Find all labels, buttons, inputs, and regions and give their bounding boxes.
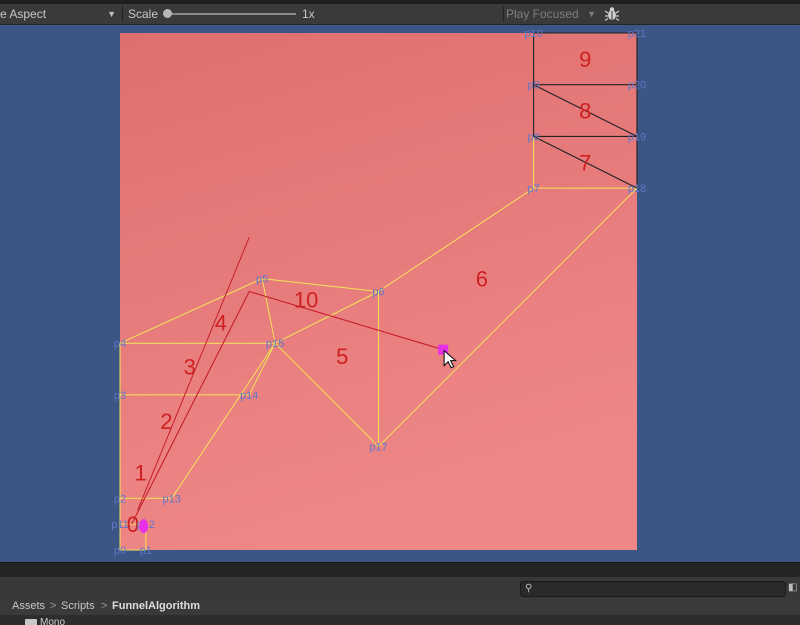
polygon-label: 4 — [215, 311, 227, 336]
polygon-label: 7 — [579, 150, 591, 175]
play-mode-dropdown[interactable]: Play Focused ▼ — [506, 4, 600, 24]
folder-item-mono[interactable]: Mono — [40, 617, 65, 625]
toolbar-divider — [122, 6, 123, 22]
scale-value: 1x — [302, 7, 315, 21]
point-label: p9 — [527, 80, 539, 92]
project-search-field[interactable]: ⚲ — [520, 581, 786, 597]
polygon-label: 1 — [135, 460, 147, 485]
point-label: p10 — [524, 28, 542, 40]
point-label: p15 — [266, 338, 284, 350]
search-icon: ⚲ — [525, 583, 533, 594]
point-label: p5 — [256, 274, 268, 286]
point-label: p8 — [527, 131, 539, 143]
point-label: p20 — [628, 80, 646, 92]
point-label: p17 — [369, 442, 387, 454]
point-label: p18 — [628, 183, 646, 195]
folder-list: Mono — [0, 615, 800, 625]
toolbar-divider — [503, 6, 504, 22]
filter-icon[interactable]: ◧ — [788, 582, 800, 594]
point-label: p21 — [628, 28, 646, 40]
point-label: p13 — [163, 493, 181, 505]
scale-slider-thumb[interactable] — [163, 9, 172, 18]
point-label: p4 — [114, 338, 126, 350]
polygon-label: 6 — [476, 267, 488, 292]
game-view-toolbar: e Aspect ▼ Scale 1x Play Focused ▼ — [0, 4, 800, 25]
scale-label: Scale — [128, 7, 159, 21]
aspect-dropdown[interactable]: e Aspect ▼ — [0, 4, 120, 24]
point-label: p6 — [372, 287, 384, 299]
chevron-down-icon: ▼ — [107, 9, 116, 19]
start-agent[interactable] — [139, 519, 149, 534]
scene-view[interactable]: 012345678910 p0p1p11p12p2p13p3p14p4p15p5… — [0, 0, 800, 625]
breadcrumb-assets[interactable]: Assets — [12, 598, 45, 615]
panel-divider — [0, 562, 800, 577]
breadcrumb-funnelalgorithm[interactable]: FunnelAlgorithm — [112, 598, 200, 615]
point-label: p19 — [628, 131, 646, 143]
point-label: p2 — [114, 493, 126, 505]
breadcrumb-separator: > — [101, 600, 108, 612]
play-mode-label: Play Focused — [506, 7, 579, 21]
polygon-label: 9 — [579, 47, 591, 72]
breadcrumb-separator: > — [50, 600, 57, 612]
point-label: p11 — [111, 519, 129, 531]
polygon-label: 3 — [184, 354, 196, 379]
search-input[interactable] — [537, 582, 777, 596]
breadcrumb-scripts[interactable]: Scripts — [61, 598, 95, 615]
breadcrumb: Assets > Scripts > FunnelAlgorithm — [0, 598, 800, 615]
folder-icon — [25, 619, 37, 625]
scale-slider-track[interactable] — [166, 13, 296, 15]
polygon-label: 8 — [579, 99, 591, 124]
bug-icon[interactable] — [603, 6, 621, 22]
point-label: p1 — [140, 545, 152, 557]
aspect-label: e Aspect — [0, 7, 47, 21]
point-label: p7 — [527, 183, 539, 195]
point-label: p0 — [114, 545, 126, 557]
point-label: p14 — [240, 390, 258, 402]
chevron-down-icon: ▼ — [587, 9, 596, 19]
polygon-label: 5 — [336, 344, 348, 369]
point-label: p3 — [114, 390, 126, 402]
